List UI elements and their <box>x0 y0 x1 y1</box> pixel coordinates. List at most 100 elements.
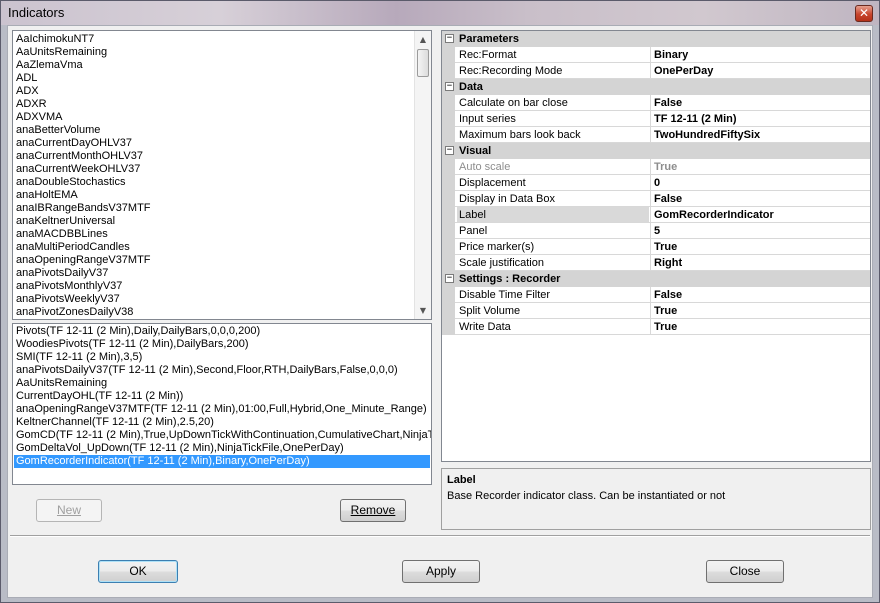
property-value[interactable]: Binary <box>650 47 870 62</box>
list-item[interactable]: anaCurrentMonthOHLV37 <box>15 150 413 163</box>
list-item[interactable]: anaDoubleStochastics <box>15 176 413 189</box>
configured-item[interactable]: AaUnitsRemaining <box>14 377 430 390</box>
category-header[interactable]: − Visual <box>442 143 870 159</box>
list-item[interactable]: ADX <box>15 85 413 98</box>
collapse-icon[interactable]: − <box>445 274 454 283</box>
property-value[interactable]: GomRecorderIndicator <box>650 207 870 222</box>
property-row[interactable]: Calculate on bar close False <box>442 95 870 111</box>
property-value[interactable]: Right <box>650 255 870 270</box>
configured-item[interactable]: KeltnerChannel(TF 12-11 (2 Min),2.5,20) <box>14 416 430 429</box>
list-item[interactable]: ADXR <box>15 98 413 111</box>
list-item[interactable]: ADL <box>15 72 413 85</box>
apply-button[interactable]: Apply <box>402 560 480 583</box>
scroll-down-icon[interactable]: ▼ <box>415 302 431 319</box>
category-label: Parameters <box>459 33 519 45</box>
configured-item[interactable]: Pivots(TF 12-11 (2 Min),Daily,DailyBars,… <box>14 325 430 338</box>
property-row[interactable]: Rec:Format Binary <box>442 47 870 63</box>
collapse-icon[interactable]: − <box>445 82 454 91</box>
new-button[interactable]: New <box>36 499 102 522</box>
title-bar[interactable]: Indicators ✕ <box>1 1 879 25</box>
configured-item[interactable]: WoodiesPivots(TF 12-11 (2 Min),DailyBars… <box>14 338 430 351</box>
configured-item[interactable]: GomDeltaVol_UpDown(TF 12-11 (2 Min),Ninj… <box>14 442 430 455</box>
configured-indicators-list[interactable]: Pivots(TF 12-11 (2 Min),Daily,DailyBars,… <box>12 323 432 485</box>
scroll-up-icon[interactable]: ▲ <box>415 31 431 48</box>
property-row[interactable]: Scale justification Right <box>442 255 870 271</box>
collapse-icon[interactable]: − <box>445 34 454 43</box>
property-value[interactable]: TwoHundredFiftySix <box>650 127 870 142</box>
list-item[interactable]: AaIchimokuNT7 <box>15 33 413 46</box>
property-name: Panel <box>459 225 488 237</box>
list-item[interactable]: AaZlemaVma <box>15 59 413 72</box>
ok-button[interactable]: OK <box>98 560 178 583</box>
list-item[interactable]: anaPivotsDailyV37 <box>15 267 413 280</box>
remove-button[interactable]: Remove <box>340 499 406 522</box>
property-row[interactable]: Maximum bars look back TwoHundredFiftySix <box>442 127 870 143</box>
list-item[interactable]: ADXVMA <box>15 111 413 124</box>
row-gutter <box>442 223 455 239</box>
close-button[interactable]: Close <box>706 560 784 583</box>
list-item[interactable]: anaMACDBBLines <box>15 228 413 241</box>
property-value[interactable]: False <box>650 287 870 302</box>
list-item[interactable]: anaHoltEMA <box>15 189 413 202</box>
property-name: Disable Time Filter <box>459 289 551 301</box>
collapse-icon[interactable]: − <box>445 146 454 155</box>
window-title: Indicators <box>8 5 65 20</box>
property-row[interactable]: Display in Data Box False <box>442 191 870 207</box>
configured-item[interactable]: anaPivotsDailyV37(TF 12-11 (2 Min),Secon… <box>14 364 430 377</box>
property-value[interactable]: True <box>650 159 870 174</box>
list-item[interactable]: anaKeltnerUniversal <box>15 215 413 228</box>
available-indicators-list[interactable]: AaIchimokuNT7 AaUnitsRemaining AaZlemaVma A… <box>12 30 432 320</box>
property-name: Scale justification <box>459 257 544 269</box>
configured-item[interactable]: CurrentDayOHL(TF 12-11 (2 Min)) <box>14 390 430 403</box>
property-value[interactable]: False <box>650 191 870 206</box>
property-row[interactable]: Auto scale True <box>442 159 870 175</box>
property-value[interactable]: 5 <box>650 223 870 238</box>
property-name: Display in Data Box <box>459 193 555 205</box>
scroll-thumb[interactable] <box>417 49 429 77</box>
new-button-label: New <box>56 503 81 517</box>
remove-button-label: Remove <box>350 503 396 517</box>
property-value[interactable]: 0 <box>650 175 870 190</box>
vertical-scrollbar[interactable]: ▲ ▼ <box>414 31 431 319</box>
property-value[interactable]: TF 12-11 (2 Min) <box>650 111 870 126</box>
list-item[interactable]: anaOpeningRangeV37MTF <box>15 254 413 267</box>
configured-item[interactable]: GomRecorderIndicator(TF 12-11 (2 Min),Bi… <box>14 455 430 468</box>
row-gutter <box>442 63 455 79</box>
property-row[interactable]: Write Data True <box>442 319 870 335</box>
property-row[interactable]: Input series TF 12-11 (2 Min) <box>442 111 870 127</box>
property-value[interactable]: False <box>650 95 870 110</box>
row-gutter <box>442 159 455 175</box>
property-row[interactable]: Panel 5 <box>442 223 870 239</box>
category-label: Visual <box>459 145 492 157</box>
list-item[interactable]: anaPivotsWeeklyV37 <box>15 293 413 306</box>
list-item[interactable]: anaPivotZonesDailyV38 <box>15 306 413 319</box>
close-icon[interactable]: ✕ <box>855 5 873 22</box>
property-row[interactable]: Split Volume True <box>442 303 870 319</box>
category-header[interactable]: − Settings : Recorder <box>442 271 870 287</box>
list-item[interactable]: anaCurrentDayOHLV37 <box>15 137 413 150</box>
category-header[interactable]: − Parameters <box>442 31 870 47</box>
property-row[interactable]: Price marker(s) True <box>442 239 870 255</box>
property-row[interactable]: Rec:Recording Mode OnePerDay <box>442 63 870 79</box>
configured-item[interactable]: GomCD(TF 12-11 (2 Min),True,UpDownTickWi… <box>14 429 431 442</box>
property-name: Input series <box>459 113 516 125</box>
property-row[interactable]: Disable Time Filter False <box>442 287 870 303</box>
configured-item[interactable]: SMI(TF 12-11 (2 Min),3,5) <box>14 351 430 364</box>
row-gutter <box>442 95 455 111</box>
list-item[interactable]: anaMultiPeriodCandles <box>15 241 413 254</box>
property-row[interactable]: Label GomRecorderIndicator <box>442 207 870 223</box>
list-item[interactable]: anaIBRangeBandsV37MTF <box>15 202 413 215</box>
property-grid[interactable]: − Parameters Rec:Format Binary Rec:Recording… <box>441 30 871 462</box>
property-row[interactable]: Displacement 0 <box>442 175 870 191</box>
category-header[interactable]: − Data <box>442 79 870 95</box>
list-item[interactable]: anaCurrentWeekOHLV37 <box>15 163 413 176</box>
property-value[interactable]: True <box>650 303 870 318</box>
list-item[interactable]: AaUnitsRemaining <box>15 46 413 59</box>
configured-item[interactable]: anaOpeningRangeV37MTF(TF 12-11 (2 Min),0… <box>14 403 430 416</box>
property-value[interactable]: OnePerDay <box>650 63 870 78</box>
list-item[interactable]: anaBetterVolume <box>15 124 413 137</box>
row-gutter <box>442 239 455 255</box>
property-value[interactable]: True <box>650 319 870 334</box>
list-item[interactable]: anaPivotsMonthlyV37 <box>15 280 413 293</box>
property-value[interactable]: True <box>650 239 870 254</box>
